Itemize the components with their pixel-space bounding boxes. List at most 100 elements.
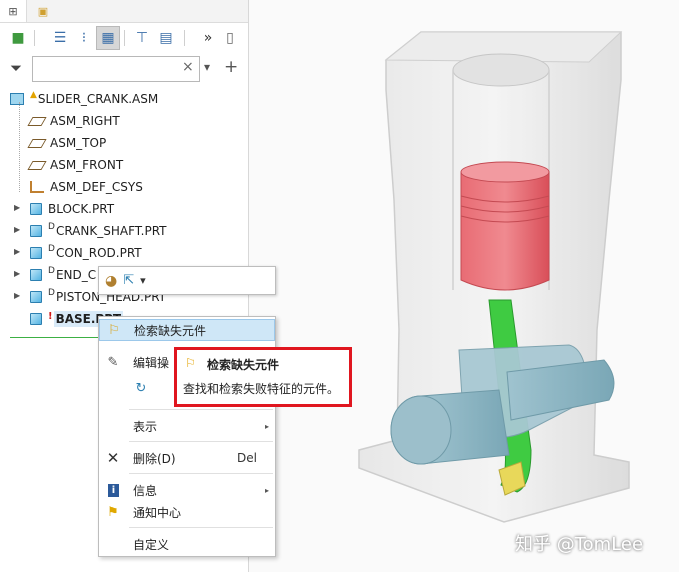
toolbar-divider: [34, 30, 35, 46]
columns-button[interactable]: ▦: [96, 26, 120, 50]
toolbar-divider: [124, 30, 125, 46]
menu-item-delete[interactable]: ✕ 删除(D) Del: [99, 447, 275, 469]
chevron-down-icon[interactable]: ▾: [140, 274, 146, 287]
tree-item-asm-def-csys[interactable]: ASM_DEF_CSYS: [30, 176, 278, 198]
tree-item-label: END_C: [55, 268, 97, 282]
warning-icon: ▲: [30, 90, 37, 100]
flag-icon: ⚑: [107, 504, 119, 520]
error-icon: !: [48, 310, 53, 322]
tooltip: ⚐ 检索缺失元件 查找和检索失败特征的元件。: [174, 347, 352, 407]
settings-button[interactable]: ■: [6, 26, 30, 50]
tree-filter-button[interactable]: ⁝: [72, 26, 96, 50]
tree-item-root[interactable]: ▲ SLIDER_CRANK.ASM: [10, 88, 258, 110]
tree-item-crank-shaft[interactable]: D CRANK_SHAFT.PRT: [30, 220, 278, 242]
regen-icon: ↻: [135, 380, 147, 396]
folder-browser-tab[interactable]: ▣: [30, 0, 56, 22]
graphics-viewport[interactable]: 知乎 @TomLee: [249, 0, 679, 572]
menu-item-label: 删除(D): [133, 451, 176, 466]
pencil-icon: ✎: [107, 354, 119, 370]
filter-dropdown-icon[interactable]: ▾: [204, 60, 210, 74]
tooltip-title: 检索缺失元件: [207, 358, 280, 372]
notes-icon: ▯: [226, 30, 234, 46]
filter-funnel-icon[interactable]: ⏷: [10, 59, 22, 77]
piston-top: [460, 161, 550, 183]
retrieve-icon: ⚐: [185, 356, 196, 370]
layers-button[interactable]: ▤: [154, 26, 178, 50]
tree-item-label: ASM_TOP: [50, 136, 107, 150]
navigator-tabs: ⊞ ▣: [0, 0, 248, 23]
datum-plane-icon: [27, 160, 47, 170]
tree-item-asm-right[interactable]: ASM_RIGHT: [27, 110, 278, 132]
menu-item-label: 编辑操: [133, 355, 170, 370]
model-render: [358, 31, 630, 523]
crank-journal-face: [390, 395, 452, 465]
tree-guide-line: [19, 102, 21, 192]
tree-item-block[interactable]: BLOCK.PRT: [30, 198, 278, 220]
tree-item-asm-front[interactable]: ASM_FRONT: [27, 154, 278, 176]
expand-chevron-icon[interactable]: ▶: [14, 291, 20, 300]
columns-icon: ▦: [101, 30, 115, 46]
part-icon: [30, 313, 42, 325]
mini-toolbar: ◕ ⇱ ▾: [98, 266, 276, 295]
expand-chevron-icon[interactable]: ▶: [14, 269, 20, 278]
appearance-icon[interactable]: ◕: [105, 273, 117, 289]
menu-item-label: 检索缺失元件: [134, 323, 207, 338]
tree-list-button[interactable]: ☰: [48, 26, 72, 50]
tree-item-con-rod[interactable]: D CON_ROD.PRT: [30, 242, 278, 264]
datum-plane-icon: [27, 116, 47, 126]
model-tree-tab[interactable]: ⊞: [0, 0, 27, 22]
expand-chevron-icon[interactable]: ▶: [14, 203, 20, 212]
layers-icon: ▤: [159, 30, 173, 46]
menu-item-label: 表示: [133, 419, 158, 434]
bore-top: [452, 53, 550, 87]
menu-item-notification-center[interactable]: ⚑ 通知中心: [99, 501, 275, 523]
clear-search-icon[interactable]: ×: [182, 59, 194, 75]
expand-chevron-icon[interactable]: ▶: [14, 225, 20, 234]
part-icon: [30, 291, 42, 303]
piston: [460, 171, 550, 291]
assembly-icon: [10, 93, 24, 105]
modified-marker: D: [48, 244, 55, 254]
datum-plane-icon: [27, 138, 47, 148]
filter-row: ⏷ × ▾ +: [0, 56, 248, 84]
more-icon: »: [203, 30, 213, 46]
menu-divider: [129, 473, 273, 474]
add-filter-icon[interactable]: +: [224, 57, 238, 77]
menu-item-retrieve-missing[interactable]: ⚐ 检索缺失元件: [99, 319, 275, 341]
toolbar-divider: [184, 30, 185, 46]
notes-button[interactable]: ▯: [218, 26, 242, 50]
modified-marker: D: [48, 222, 55, 232]
close-icon: ✕: [106, 449, 120, 467]
submenu-arrow-icon: ▸: [264, 421, 269, 431]
show-button[interactable]: ⊤: [130, 26, 154, 50]
insert-indicator-line: [10, 337, 98, 338]
model-tree-toolbar: ■ ☰ ⁝ ▦ ⊤ ▤ » ▯: [0, 26, 248, 52]
folder-browser-icon: ▣: [37, 4, 49, 18]
tree-item-label: BLOCK.PRT: [48, 202, 115, 216]
watermark: 知乎 @TomLee: [515, 534, 644, 555]
modified-marker: D: [48, 266, 55, 276]
tree-item-label: ASM_RIGHT: [50, 114, 120, 128]
component-op-icon[interactable]: ⇱: [123, 273, 134, 288]
more-button[interactable]: »: [196, 26, 220, 50]
menu-divider: [129, 409, 273, 410]
part-icon: [30, 203, 42, 215]
tree-item-label: SLIDER_CRANK.ASM: [37, 92, 159, 106]
tree-filter-icon: ⁝: [81, 30, 87, 46]
search-input[interactable]: [32, 56, 200, 82]
menu-item-represent[interactable]: 表示 ▸: [99, 415, 275, 437]
tree-item-label: ASM_DEF_CSYS: [50, 180, 143, 194]
expand-chevron-icon[interactable]: ▶: [14, 247, 20, 256]
tree-list-icon: ☰: [53, 30, 67, 46]
submenu-arrow-icon: ▸: [264, 485, 269, 495]
menu-item-customize[interactable]: 自定义: [99, 533, 275, 555]
menu-item-label: 通知中心: [133, 505, 182, 520]
tree-item-asm-top[interactable]: ASM_TOP: [27, 132, 278, 154]
tooltip-description: 查找和检索失败特征的元件。: [183, 382, 340, 396]
show-icon: ⊤: [135, 30, 149, 46]
modified-marker: D: [48, 288, 55, 298]
settings-icon: ■: [11, 30, 25, 46]
tree-item-label: CON_ROD.PRT: [55, 246, 142, 260]
menu-item-info[interactable]: i 信息 ▸: [99, 479, 275, 501]
tree-item-label: ASM_FRONT: [50, 158, 124, 172]
